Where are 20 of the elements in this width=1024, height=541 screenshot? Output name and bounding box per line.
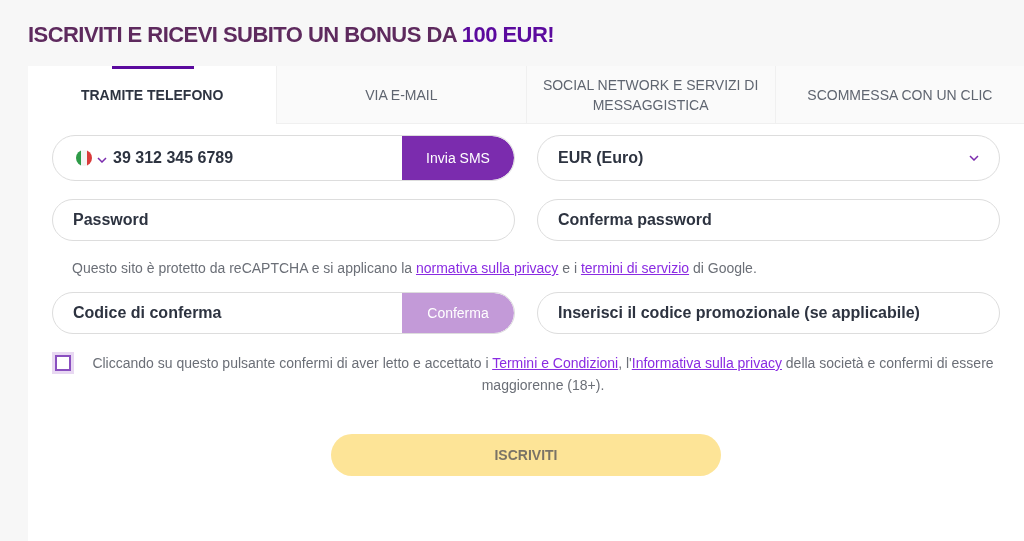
tab[interactable]: SOCIAL NETWORK E SERVIZI DI MESSAGGISTICA (525, 66, 775, 124)
link[interactable]: termini di servizio (580, 260, 690, 276)
tab[interactable]: VIA E-MAIL (276, 66, 526, 124)
consent-text: Cliccando su questo pulsante confermi di aver letto e accettato i Termini e Condizioni, l'Informativa sulla privacy della società e confermi di essere maggiorenne (18+). (91, 354, 995, 395)
bonus-amount: 100 EUR! (461, 22, 555, 47)
chevron-down-icon (969, 155, 979, 161)
code-input[interactable]: Codice di conferma (73, 301, 402, 325)
chevron-down-icon (97, 157, 107, 163)
flag-icon (75, 149, 93, 167)
confirm-password-field[interactable]: Conferma password (537, 199, 1000, 241)
password-field[interactable]: Password (52, 199, 515, 241)
promo-code-field[interactable]: Inserisci il codice promozionale (se applicabile) (537, 292, 1000, 334)
link[interactable]: Informativa sulla privacy (631, 355, 782, 371)
consent-checkbox[interactable] (52, 352, 74, 374)
tab[interactable]: SCOMMESSA CON UN CLIC (774, 66, 1024, 124)
page-title: ISCRIVITI E RICEVI SUBITO UN BONUS DA (28, 22, 458, 47)
send-sms-button[interactable]: Invia SMS (402, 136, 514, 180)
link[interactable]: normativa sulla privacy (415, 260, 559, 276)
recaptcha-notice: Questo sito è protetto da reCAPTCHA e si applicano la normativa sulla privacy e i termini di servizio di Google. (72, 259, 758, 278)
phone-input[interactable]: 39 312 345 6789 (113, 146, 402, 170)
